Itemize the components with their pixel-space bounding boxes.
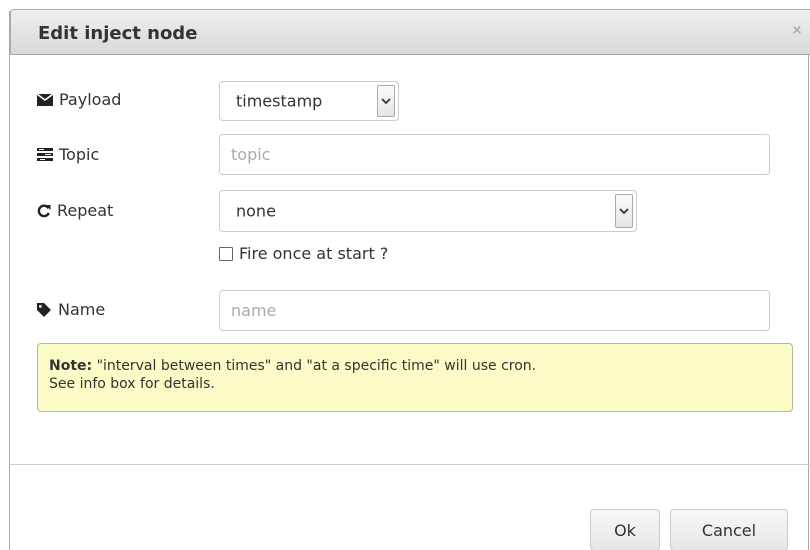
fire-once-label: Fire once at start ?: [239, 244, 389, 263]
repeat-icon: [37, 204, 51, 218]
envelope-icon: [37, 93, 53, 106]
cancel-button[interactable]: Cancel: [670, 509, 788, 550]
note-text-2: See info box for details.: [49, 376, 215, 392]
dialog-titlebar[interactable]: Edit inject node ×: [10, 9, 810, 55]
topic-input[interactable]: [219, 134, 770, 175]
cron-note: Note: "interval between times" and "at a…: [37, 343, 793, 412]
payload-label: Payload: [59, 90, 122, 109]
tasks-icon: [37, 147, 53, 162]
name-input[interactable]: [219, 290, 770, 331]
fire-once-row: Fire once at start ?: [219, 244, 388, 263]
chevron-down-icon[interactable]: [615, 194, 633, 228]
fire-once-checkbox[interactable]: [219, 246, 233, 261]
repeat-label: Repeat: [57, 201, 114, 220]
note-line-1: Note: "interval between times" and "at a…: [49, 357, 781, 375]
repeat-label-row: Repeat: [37, 201, 113, 220]
payload-value: timestamp: [236, 91, 323, 111]
note-prefix: Note:: [49, 358, 93, 374]
close-icon[interactable]: ×: [790, 24, 804, 38]
ok-button[interactable]: Ok: [590, 509, 660, 550]
dialog-title: Edit inject node: [38, 23, 198, 44]
payload-label-row: Payload: [37, 90, 121, 109]
tag-icon: [37, 302, 52, 317]
topic-label: Topic: [59, 145, 100, 164]
repeat-value: none: [236, 201, 276, 221]
note-text-1: "interval between times" and "at a speci…: [92, 358, 537, 374]
page: Edit inject node × Payload timestamp Top…: [0, 0, 810, 550]
topic-label-row: Topic: [37, 145, 99, 164]
name-label: Name: [58, 300, 106, 319]
edit-dialog: [9, 11, 809, 550]
chevron-down-icon[interactable]: [377, 85, 395, 117]
footer-divider: [10, 464, 810, 465]
name-label-row: Name: [37, 300, 105, 319]
payload-select[interactable]: timestamp: [219, 81, 399, 121]
repeat-select[interactable]: none: [219, 190, 637, 232]
